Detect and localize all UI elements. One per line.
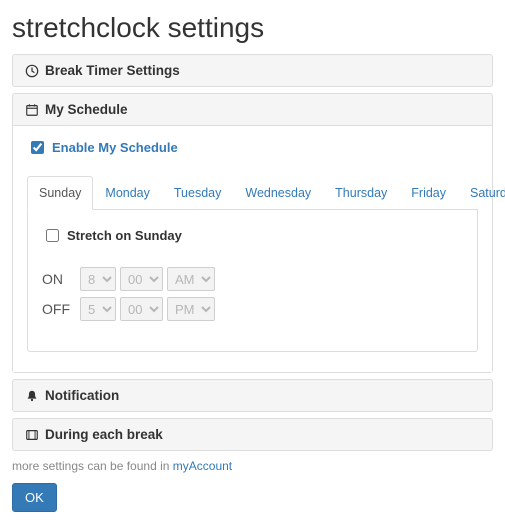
tab-tuesday[interactable]: Tuesday [162,176,233,210]
tab-monday[interactable]: Monday [93,176,161,210]
off-time-row: OFF 5 00 PM [42,297,463,321]
panel-notification[interactable]: Notification [12,379,493,412]
panel-break-timer[interactable]: Break Timer Settings [12,54,493,87]
footer-text-prefix: more settings can be found in [12,459,173,473]
panel-schedule-body: Enable My Schedule Sunday Monday Tuesday… [13,125,492,372]
panel-during-break-label: During each break [45,427,163,442]
off-label: OFF [42,301,76,317]
on-hour-select[interactable]: 8 [80,267,116,291]
clock-icon [25,64,39,78]
on-ampm-select[interactable]: AM [167,267,215,291]
panel-during-break-heading[interactable]: During each break [13,419,492,450]
film-icon [25,428,39,442]
panel-schedule-label: My Schedule [45,102,128,117]
tab-saturday[interactable]: Saturday [458,176,505,210]
enable-schedule-checkbox[interactable] [31,141,44,154]
tab-wednesday[interactable]: Wednesday [233,176,323,210]
page-title: stretchclock settings [12,12,493,44]
tab-content: Stretch on Sunday ON 8 00 AM OFF 5 00 PM [27,210,478,352]
footer-text: more settings can be found in myAccount [12,459,493,473]
panel-during-break[interactable]: During each break [12,418,493,451]
panel-break-timer-heading[interactable]: Break Timer Settings [13,55,492,86]
off-hour-select[interactable]: 5 [80,297,116,321]
tab-thursday[interactable]: Thursday [323,176,399,210]
tab-sunday[interactable]: Sunday [27,176,93,210]
stretch-day-checkbox[interactable] [46,229,59,242]
stretch-day-label: Stretch on Sunday [67,228,182,243]
on-minute-select[interactable]: 00 [120,267,163,291]
panel-schedule-heading[interactable]: My Schedule [13,94,492,125]
ok-button[interactable]: OK [12,483,57,512]
myaccount-link[interactable]: myAccount [173,459,232,473]
panel-schedule: My Schedule Enable My Schedule Sunday Mo… [12,93,493,373]
off-ampm-select[interactable]: PM [167,297,215,321]
panel-break-timer-label: Break Timer Settings [45,63,180,78]
on-time-row: ON 8 00 AM [42,267,463,291]
panel-notification-label: Notification [45,388,119,403]
off-minute-select[interactable]: 00 [120,297,163,321]
enable-schedule-row[interactable]: Enable My Schedule [27,138,478,157]
day-tabs: Sunday Monday Tuesday Wednesday Thursday… [27,175,478,210]
calendar-icon [25,103,39,117]
tab-friday[interactable]: Friday [399,176,458,210]
on-label: ON [42,271,76,287]
stretch-day-row[interactable]: Stretch on Sunday [42,226,463,245]
panel-notification-heading[interactable]: Notification [13,380,492,411]
enable-schedule-label: Enable My Schedule [52,140,178,155]
bell-icon [25,389,39,403]
